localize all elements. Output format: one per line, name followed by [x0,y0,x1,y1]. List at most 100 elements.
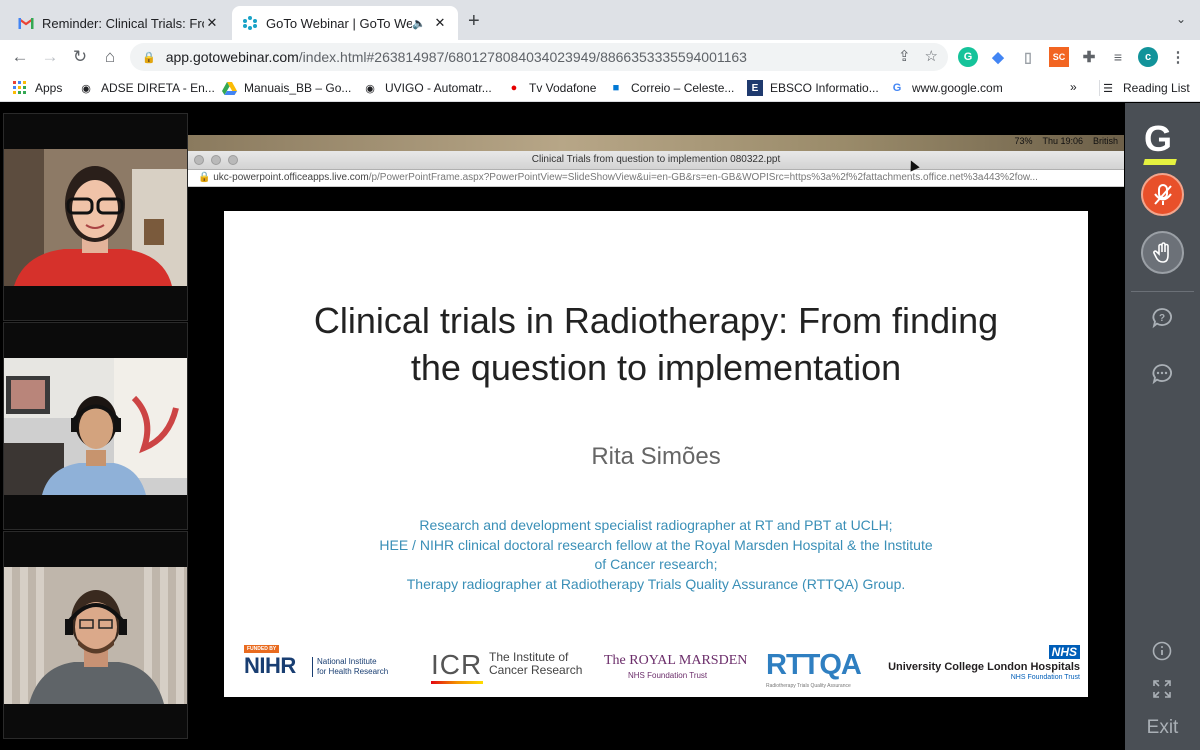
reading-list-button[interactable]: ☰ Reading List [1099,80,1190,96]
nihr-name-line: for Health Research [317,667,389,676]
webcam-tile-1[interactable] [3,113,188,321]
hand-icon [1152,241,1169,263]
microphone-muted-button[interactable] [1141,173,1184,216]
slide-author: Rita Simões [591,443,721,470]
bookmark-apps[interactable]: Apps [12,80,62,96]
tab-gotowebinar[interactable]: GoTo Webinar | GoTo Webin 🔈 ✕ [232,6,458,40]
sidebar-divider [1131,291,1194,292]
rttqa-sub: Radiotherapy Trials Quality Assurance [766,683,851,689]
gotowebinar-icon [242,15,258,31]
description-line: Therapy radiographer at Radiotherapy Tri… [406,575,906,592]
media-queue-icon[interactable]: ≡ [1108,47,1128,67]
webcam-tile-3[interactable] [3,531,188,739]
shared-url-host: ukc-powerpoint.officeapps.live.com [213,172,369,183]
chat-icon[interactable] [1149,361,1175,387]
webcam-video-participant [4,567,187,704]
nihr-funded-label: FUNDED BY [244,645,280,653]
bookmark-vodafone[interactable]: ● Tv Vodafone [506,80,597,96]
nhs-mark: NHS [1048,645,1080,659]
bookmark-label: EBSCO Informatio... [770,81,879,95]
mac-status-items: 73% Thu 19:06 British [1014,136,1118,146]
logo-letter: G [1144,118,1173,159]
svg-text:?: ? [1159,313,1165,324]
vodafone-icon: ● [510,82,518,94]
slide-title: Clinical trials in Radiotherapy: From fi… [224,297,1088,391]
bookmark-label: Manuais_BB – Go... [244,81,352,95]
lock-icon: 🔒 [142,51,156,64]
shared-url-bar: 🔒 ukc-powerpoint.officeapps.live.com/p/P… [188,170,1124,187]
close-tab-icon[interactable]: ✕ [432,15,448,31]
slide-title-line: the question to implementation [410,347,902,388]
puzzle-extensions-icon[interactable]: ✚ [1079,47,1099,67]
icr-name: The Institute of Cancer Research [489,651,582,677]
bookmarks-bar: Apps ◉ ADSE DIRETA - En... Manuais_BB – G… [0,74,1200,102]
bookmark-ebsco[interactable]: E EBSCO Informatio... [747,80,879,96]
input-language: British [1092,136,1118,146]
icr-name-line: Cancer Research [489,663,583,677]
kebab-menu-icon[interactable]: ⋮ [1168,47,1188,67]
bookmark-correio[interactable]: ■ Correio – Celeste... [608,80,735,96]
back-arrow-icon[interactable]: ← [9,46,31,68]
sc-extension-icon[interactable]: SC [1049,47,1069,67]
url-path: /index.html#263814987/680127808403402394… [298,49,747,65]
rm-name: The ROYAL MARSDEN [604,653,748,668]
reload-icon[interactable]: ↻ [69,46,91,68]
more-bookmarks-button[interactable]: » [1070,80,1077,94]
share-icon[interactable]: ⇪ [898,47,911,65]
uclh-name: University College London Hospitals [888,661,1080,673]
chevron-down-icon[interactable]: ⌄ [1176,12,1186,26]
reading-list-label: Reading List [1123,81,1190,95]
ebsco-icon: E [747,80,763,96]
url-host: app.gotowebinar.com [165,49,299,65]
tab-title: GoTo Webinar | GoTo Webin [266,15,413,31]
webinar-viewer: 73% Thu 19:06 British Clinical Trials fr… [0,103,1200,750]
mac-menu-bar: 73% Thu 19:06 British [188,135,1124,151]
raise-hand-button[interactable] [1141,231,1184,274]
rttqa-mark: RTTQA [766,649,862,681]
forward-arrow-icon[interactable]: → [39,46,61,68]
mic-off-icon [1153,183,1172,205]
webcam-video-participant [4,358,187,495]
bookmark-label: www.google.com [912,81,1003,95]
bookmark-uvigo[interactable]: ◉ UVIGO - Automatr... [362,80,492,96]
tab-gmail-reminder[interactable]: Reminder: Clinical Trials: From ✕ [8,6,230,40]
logo-accent-bar [1143,159,1177,165]
webcam-tile-2[interactable] [3,322,188,530]
gmail-icon [18,15,34,31]
reading-list-icon: ☰ [1103,82,1113,95]
questions-icon[interactable]: ? [1149,305,1175,331]
window-title: Clinical Trials from question to impleme… [531,154,781,165]
fullscreen-icon[interactable] [1149,676,1175,702]
close-tab-icon[interactable]: ✕ [204,15,220,31]
description-line: of Cancer research; [594,556,718,572]
webinar-control-panel: G ? Exit [1125,103,1200,750]
slide-description: Research and development specialist radi… [314,516,998,594]
globe-icon: ◉ [365,82,375,95]
bookmark-manuais[interactable]: Manuais_BB – Go... [221,80,351,96]
exit-button[interactable]: Exit [1125,717,1200,739]
home-icon[interactable]: ⌂ [99,46,121,68]
bookmark-adse[interactable]: ◉ ADSE DIRETA - En... [78,80,215,96]
document-extension-icon[interactable]: ▯ [1018,47,1038,67]
bookmark-label: UVIGO - Automatr... [385,81,492,95]
google-icon: G [892,82,902,94]
bookmark-label: Correio – Celeste... [631,81,735,95]
gotowebinar-logo: G [1143,118,1178,165]
globe-icon: ◉ [81,82,91,95]
new-tab-button[interactable]: + [468,10,480,33]
nihr-name: National Institute for Health Research [312,657,388,677]
info-icon[interactable] [1149,638,1175,664]
rm-sub: NHS Foundation Trust [628,671,708,680]
slide-title-line: Clinical trials in Radiotherapy: From fi… [313,300,999,341]
address-bar[interactable]: 🔒 app.gotowebinar.com/index.html#2638149… [130,43,948,71]
profile-avatar[interactable]: c [1138,47,1158,67]
clock-time: Thu 19:06 [1042,136,1083,146]
google-drive-icon [221,80,237,96]
grammarly-extension-icon[interactable]: G [958,47,978,67]
bookmark-star-icon[interactable]: ☆ [925,47,938,65]
mac-window-titlebar: Clinical Trials from question to impleme… [188,151,1124,170]
graduation-cap-extension-icon[interactable]: ◆ [988,47,1008,67]
bookmark-google[interactable]: Gwww.google.com [889,80,1003,96]
speaker-icon[interactable]: 🔈 [412,17,426,30]
shared-screen: 73% Thu 19:06 British Clinical Trials fr… [188,135,1124,750]
